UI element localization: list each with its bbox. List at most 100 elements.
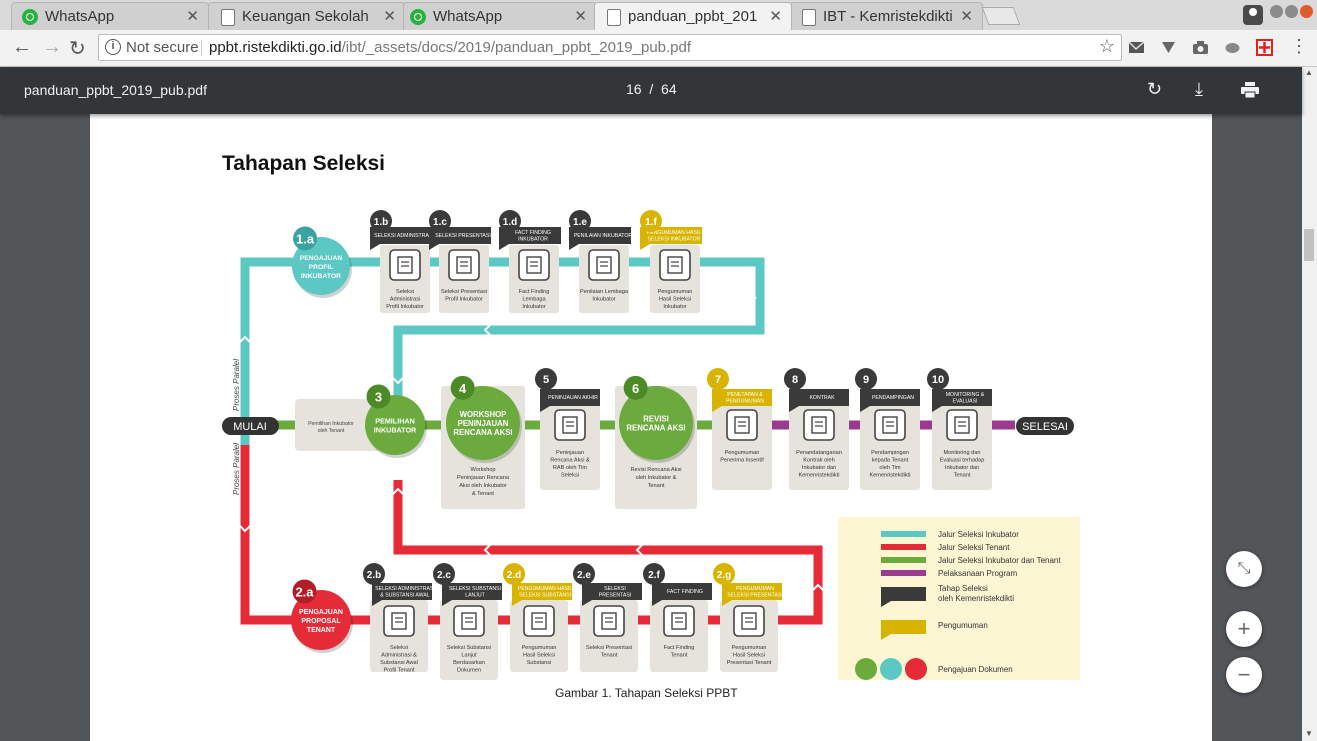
- step-7-desc: Pengumuman: [725, 450, 760, 456]
- legend-item: Jalur Seleksi Tenant: [938, 543, 1010, 552]
- step-1f-flag-label: SELEKSI INKUBATOR: [648, 237, 701, 243]
- step-2b-icon: [383, 605, 415, 637]
- scroll-up-arrow-icon[interactable]: ▲: [1305, 68, 1313, 77]
- step-1e-flag-label: PENILAIAN INKUBATOR: [574, 233, 633, 239]
- legend-item: oleh Kemenristekdikti: [938, 594, 1014, 603]
- legend-dot-green: [855, 658, 877, 680]
- step-8-number: 8: [792, 374, 798, 386]
- circle-c3-number: 3: [375, 390, 382, 405]
- step-10-icon: [946, 409, 978, 441]
- step-1e-icon: [588, 249, 620, 281]
- circle-c2a-label: TENANT: [307, 627, 336, 634]
- step-1e-desc: Penilaian Lembaga: [580, 289, 629, 295]
- selesai-label: SELESAI: [1022, 421, 1068, 433]
- legend-swatch: [881, 557, 926, 563]
- scrollbar-thumb[interactable]: [1304, 229, 1314, 261]
- step-2f-icon: [663, 605, 695, 637]
- step-2e-icon: [593, 605, 625, 637]
- scrollbar-track[interactable]: [1302, 67, 1317, 741]
- step-2g-desc: Hasil Seleksi: [733, 653, 765, 659]
- step-10-desc: Monitoring dan: [943, 450, 980, 456]
- legend-swatch: [881, 570, 926, 576]
- step-8-desc: Inkubator dan: [802, 465, 836, 471]
- step-2f-desc: Tenant: [671, 653, 688, 659]
- step-2e-desc: Seleksi Presentasi: [586, 645, 632, 651]
- step-10-number: 10: [932, 374, 944, 386]
- page-separator: /: [649, 81, 654, 97]
- step-2b-desc: Administrasi &: [381, 653, 417, 659]
- legend-item: Tahap Seleksi: [938, 584, 988, 593]
- close-icon[interactable]: ✕: [769, 7, 782, 25]
- circle-c2a-label: PROPOSAL: [301, 618, 341, 625]
- step-4-desc: Aksi oleh Inkubator: [459, 483, 507, 489]
- step-1b-flag-label: SELEKSI ADMINISTRASI: [374, 233, 434, 239]
- step-1f-desc: Inkubator: [663, 304, 686, 310]
- step-2c-flag-label: SELEKSI SUBSTANSI: [449, 586, 501, 592]
- page-indicator: 16 / 64: [626, 81, 677, 97]
- step-1c-number: 1.c: [433, 217, 447, 228]
- step-1c-desc: Profil Inkubator: [445, 297, 483, 303]
- step-6-desc: Revisi Rencana Aksi: [631, 467, 682, 473]
- step-2d-flag-label: SELEKSI SUBSTANSI: [519, 593, 571, 599]
- step-9-icon: [874, 409, 906, 441]
- step-1e-desc: Inkubator: [592, 297, 615, 303]
- print-icon[interactable]: [1241, 82, 1259, 98]
- step-1b-icon: [389, 249, 421, 281]
- legend-item: Pelaksanaan Program: [938, 569, 1017, 578]
- legend-item: Pengumuman: [938, 621, 988, 630]
- step-2d-flag-label: PENGUMUMAN HASIL: [518, 586, 573, 592]
- step-5-flag-label: PENINJAUAN AKHIR: [548, 395, 598, 401]
- step-2c-number: 2.c: [437, 570, 451, 581]
- download-icon[interactable]: ⤓: [1195, 79, 1203, 100]
- step-5-desc: Peninjauan: [556, 450, 584, 456]
- step-1b-desc: Administrasi: [390, 297, 420, 303]
- step-2g-icon: [733, 605, 765, 637]
- step-8-desc: Kontrak oleh: [803, 458, 834, 464]
- tab-panduan-pdf[interactable]: panduan_ppbt_201 ✕: [594, 2, 792, 30]
- flow-arrow: [743, 296, 757, 305]
- circle-c3-label: PEMILIHAN: [375, 417, 415, 426]
- step-2g-desc: Pengumuman: [732, 645, 767, 651]
- page-current[interactable]: 16: [626, 81, 642, 97]
- proses-paralel-label: Proses Paralel: [232, 359, 241, 411]
- step-1b-number: 1.b: [374, 217, 388, 228]
- scroll-down-arrow-icon[interactable]: ▼: [1305, 729, 1313, 738]
- step-2c-desc: Seleksi Substansi: [447, 645, 491, 651]
- step-7-flag-label: PENETAPAN &: [727, 392, 763, 398]
- step-5-desc: Seleksi: [561, 473, 579, 479]
- step-1b-desc: Seleksi: [396, 289, 414, 295]
- step-1f-desc: Hasil Seleksi: [659, 297, 691, 303]
- step-4-desc: & Tenant: [472, 491, 494, 497]
- legend-swatch: [881, 544, 926, 550]
- step-1c-desc: Seleksi Presentasi: [441, 289, 487, 295]
- step-7-flag-label: PENGUMUMAN: [726, 399, 764, 405]
- step-2c-flag-label: LANJUT: [465, 593, 485, 599]
- rotate-icon[interactable]: ↻: [1147, 79, 1162, 100]
- step-1f-desc: Pengumuman: [658, 289, 693, 295]
- step-1d-icon: [518, 249, 550, 281]
- step-9-number: 9: [863, 374, 869, 386]
- circle-c2a-number: 2.a: [295, 585, 314, 600]
- zoom-in-button[interactable]: +: [1226, 611, 1262, 647]
- fit-page-button[interactable]: ⤡: [1226, 551, 1262, 587]
- step-2e-desc: Tenant: [601, 653, 618, 659]
- step-2c-desc: Berdasarkan: [453, 660, 485, 666]
- step-9-desc: Pendampingan: [871, 450, 909, 456]
- pdf-toolbar: panduan_ppbt_2019_pub.pdf 16 / 64 ↻ ⤓: [0, 67, 1302, 114]
- step-1f-number: 1.f: [645, 217, 657, 228]
- circle-c1a-number: 1.a: [296, 231, 315, 246]
- step-1c-flag-label: SELEKSI PRESENTASI: [435, 233, 491, 239]
- step-2c-desc: Lanjut: [461, 653, 477, 659]
- step-9-flag-label: PENDAMPINGAN: [872, 395, 914, 401]
- step-8-flag-label: KONTRAK: [809, 395, 835, 401]
- legend-dot-red: [905, 658, 927, 680]
- step-2b-desc: Profil Tenant: [384, 668, 415, 674]
- step-2f-number: 2.f: [648, 570, 660, 581]
- zoom-out-button[interactable]: −: [1226, 657, 1262, 693]
- circle-c6-label: REVISI: [643, 415, 669, 424]
- step-2b-flag-label: SELEKSI ADMINISTRASI: [375, 586, 435, 592]
- step-2d-desc: Substansi: [527, 660, 552, 666]
- step-10-desc: Tenant: [954, 473, 971, 479]
- step-1d-flag-label: FACT FINDING: [515, 230, 551, 236]
- step-5-number: 5: [543, 374, 549, 386]
